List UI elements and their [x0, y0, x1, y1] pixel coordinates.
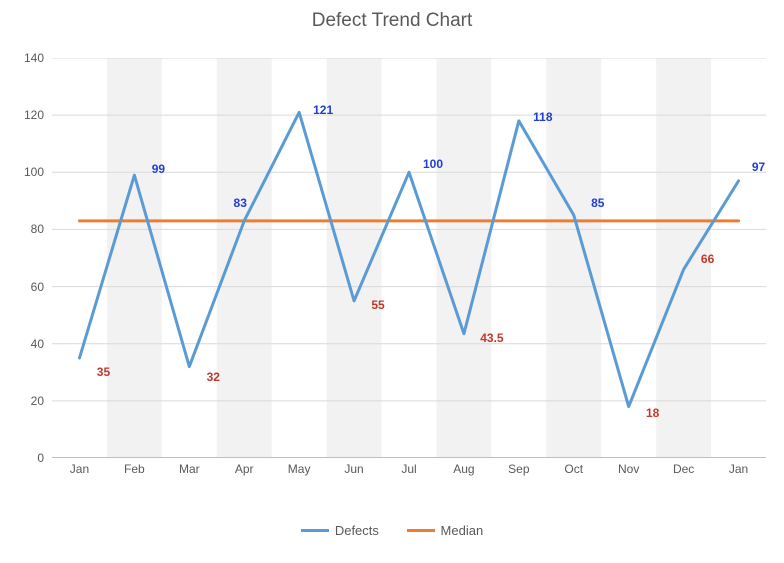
y-tick-label: 120 [4, 108, 44, 122]
legend-item-defects: Defects [301, 523, 379, 538]
data-label: 85 [591, 196, 604, 210]
x-tick-label: Sep [508, 462, 529, 476]
data-label: 35 [97, 365, 110, 379]
y-tick-label: 140 [4, 51, 44, 65]
legend-label-defects: Defects [335, 523, 379, 538]
x-tick-label: Jan [70, 462, 89, 476]
x-tick-label: Jul [401, 462, 416, 476]
y-tick-label: 60 [4, 280, 44, 294]
data-label: 18 [646, 406, 659, 420]
x-tick-label: Jun [344, 462, 363, 476]
data-label: 55 [371, 298, 384, 312]
x-tick-label: Nov [618, 462, 639, 476]
x-tick-label: Dec [673, 462, 694, 476]
y-tick-label: 20 [4, 394, 44, 408]
y-tick-label: 40 [4, 337, 44, 351]
legend-label-median: Median [441, 523, 484, 538]
data-label: 43.5 [480, 331, 503, 345]
data-label: 118 [533, 110, 552, 124]
chart-container: Defect Trend Chart 0 20 40 60 80 100 120 140 Ja… [0, 0, 784, 563]
data-label: 121 [313, 103, 333, 117]
data-label: 99 [152, 162, 165, 176]
legend-item-median: Median [407, 523, 484, 538]
legend: Defects Median [0, 520, 784, 538]
data-label: 32 [207, 370, 220, 384]
chart-title: Defect Trend Chart [0, 10, 784, 32]
x-tick-label: May [288, 462, 311, 476]
plot-area [52, 58, 766, 458]
x-tick-label: Apr [235, 462, 254, 476]
legend-swatch-median [407, 529, 435, 532]
x-tick-label: Mar [179, 462, 200, 476]
data-label: 97 [752, 160, 765, 174]
x-tick-label: Jan [729, 462, 748, 476]
y-tick-label: 0 [4, 451, 44, 465]
chart-svg [52, 58, 766, 458]
x-tick-label: Feb [124, 462, 145, 476]
x-tick-label: Aug [453, 462, 474, 476]
data-label: 66 [701, 252, 714, 266]
data-label: 83 [234, 196, 247, 210]
x-tick-label: Oct [564, 462, 583, 476]
data-label: 100 [423, 157, 443, 171]
legend-swatch-defects [301, 529, 329, 532]
y-tick-label: 100 [4, 165, 44, 179]
y-tick-label: 80 [4, 222, 44, 236]
